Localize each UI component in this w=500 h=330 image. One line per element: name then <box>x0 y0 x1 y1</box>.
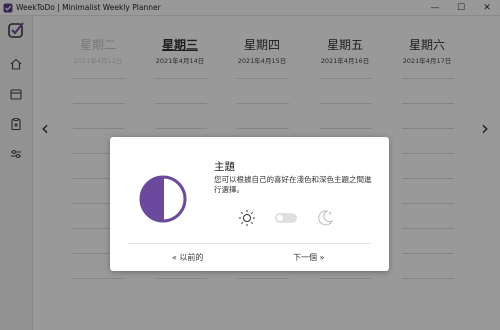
theme-dialog: 主題 您可以根據自己的喜好在淺色和深色主題之間進行選擇。 « 以前的 下一個 » <box>110 137 389 271</box>
modal-description: 您可以根據自己的喜好在淺色和深色主題之間進行選擇。 <box>214 175 372 194</box>
theme-toggle[interactable] <box>275 213 297 223</box>
theme-contrast-icon <box>139 175 187 223</box>
next-button[interactable]: 下一個 » <box>293 252 324 263</box>
toggle-knob <box>277 215 283 221</box>
sun-icon[interactable] <box>238 209 256 227</box>
previous-button[interactable]: « 以前的 <box>172 252 203 263</box>
moon-icon[interactable] <box>315 208 335 228</box>
modal-divider <box>128 243 371 244</box>
modal-title: 主題 <box>214 161 235 173</box>
